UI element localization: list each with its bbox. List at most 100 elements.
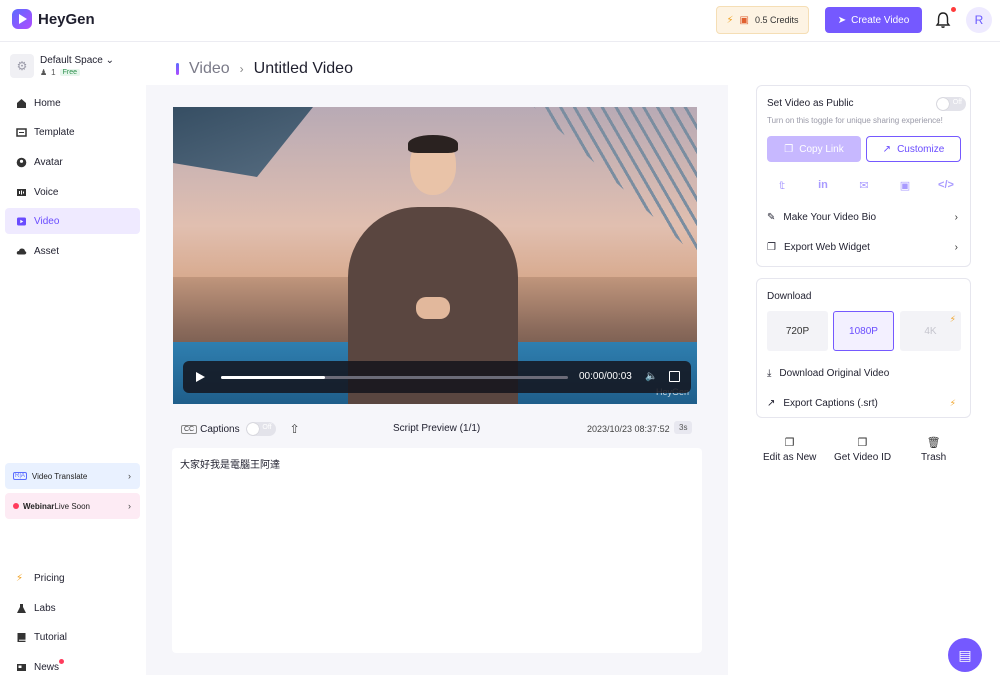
sidebar-item-label: Template <box>34 126 75 138</box>
cursor-icon: ➤ <box>837 14 847 26</box>
email-icon[interactable]: ✉ <box>850 174 878 196</box>
res-4k-button[interactable]: 4K ⚡ <box>900 311 961 351</box>
translate-icon: R|A <box>13 472 27 480</box>
export-captions-link[interactable]: ↗ Export Captions (.srt) ⚡ <box>767 393 962 413</box>
progress-track[interactable] <box>221 376 568 379</box>
video-bio-link[interactable]: ✎ Make Your Video Bio › <box>767 207 962 227</box>
sidebar-item-label: Labs <box>34 602 56 614</box>
flask-icon <box>17 603 26 613</box>
sidebar-item-label: News <box>34 661 60 673</box>
sidebar-item-label: Home <box>34 97 61 109</box>
page-title[interactable]: Untitled Video <box>254 60 353 78</box>
sidebar-item-label: Pricing <box>34 572 65 584</box>
webinar-label: Webinar <box>23 501 55 511</box>
code-icon[interactable]: </> <box>932 174 960 196</box>
bolt-icon: ⚡ <box>726 14 734 26</box>
help-chat-button[interactable]: ▤ <box>948 638 982 672</box>
heygen-logo-icon <box>12 9 32 29</box>
play-icon[interactable] <box>196 372 205 382</box>
credits-badge[interactable]: ⚡ ▣ 0.5 Credits <box>716 6 809 34</box>
bell-icon[interactable] <box>935 11 951 29</box>
video-bio-label: Make Your Video Bio <box>783 211 877 223</box>
toggle-state: Off <box>262 424 272 431</box>
get-video-id-label: Get Video ID <box>834 452 892 463</box>
sidebar-item-template[interactable]: Template <box>5 119 140 145</box>
bolt-icon: ⚡ <box>16 572 24 584</box>
res-720p-button[interactable]: 720P <box>767 311 828 351</box>
chevron-right-icon: › <box>239 62 244 76</box>
video-icon <box>17 217 26 225</box>
app-name: HeyGen <box>38 10 95 28</box>
chevron-down-icon: ⌄ <box>105 55 114 66</box>
news-dot <box>59 659 64 664</box>
customize-button[interactable]: ↗ Customize <box>866 136 961 162</box>
promo-label: Video Translate <box>31 471 88 481</box>
bolt-icon: ⚡ <box>949 397 956 408</box>
sidebar-item-label: Avatar <box>34 156 63 168</box>
duplicate-icon: ❐ <box>784 437 795 449</box>
logo[interactable]: HeyGen <box>12 9 95 29</box>
web-widget-link[interactable]: ❐ Export Web Widget › <box>767 237 962 257</box>
user-avatar[interactable]: R <box>966 7 992 33</box>
chat-icon: ▤ <box>958 646 972 663</box>
breadcrumb-video[interactable]: Video <box>189 60 230 78</box>
chevron-right-icon: › <box>954 241 958 253</box>
embed-icon[interactable]: ▣ <box>891 174 919 196</box>
sidebar-item-label: Video <box>34 215 60 227</box>
script-timestamp: 2023/10/23 08:37:52 <box>587 424 670 434</box>
captions-toggle[interactable]: Off <box>245 422 276 436</box>
webinar-promo[interactable]: Webinar Live Soon › <box>5 493 140 519</box>
space-sub: ♟ 1 Free <box>40 68 114 77</box>
video-translate-promo[interactable]: R|A Video Translate › <box>5 463 140 489</box>
top-bar: HeyGen ⚡ ▣ 0.5 Credits ➤ Create Video R <box>0 0 1000 42</box>
edit-as-new-label: Edit as New <box>763 452 817 463</box>
members-icon: ♟ <box>40 68 48 77</box>
notification-dot <box>951 7 956 12</box>
get-video-id-button[interactable]: ❐ Get Video ID <box>834 436 891 463</box>
video-player[interactable] <box>173 107 697 404</box>
trash-label: Trash <box>921 452 947 463</box>
toggle-state: Off <box>952 99 962 106</box>
sidebar-item-tutorial[interactable]: Tutorial <box>5 624 140 650</box>
webinar-sub: Live Soon <box>54 501 91 511</box>
news-icon <box>17 663 26 671</box>
sidebar-item-asset[interactable]: Asset <box>5 238 140 264</box>
sidebar-item-voice[interactable]: Voice <box>5 179 140 205</box>
sidebar-item-label: Voice <box>34 186 59 198</box>
customize-label: Customize <box>897 143 945 155</box>
trash-button[interactable]: 🗑 Trash <box>921 436 946 463</box>
public-toggle[interactable]: Off <box>936 97 966 111</box>
sidebar-item-video[interactable]: Video <box>5 208 140 234</box>
credits-text: 0.5 Credits <box>754 15 799 25</box>
external-link-icon: ↗ <box>767 397 776 409</box>
linkedin-icon[interactable]: in <box>809 174 837 196</box>
sidebar-item-labs[interactable]: Labs <box>5 595 140 621</box>
space-selector[interactable]: ⚙ Default Space ⌄ ♟ 1 Free <box>10 54 114 78</box>
sidebar-item-home[interactable]: Home <box>5 90 140 116</box>
script-text: 大家好我是電腦王阿達 <box>172 448 702 653</box>
sidebar-item-avatar[interactable]: Avatar <box>5 149 140 175</box>
chevron-right-icon: › <box>128 471 131 481</box>
script-preview-title: Script Preview (1/1) <box>393 423 481 434</box>
sidebar-item-label: Tutorial <box>34 631 67 643</box>
res-1080p-button[interactable]: 1080P <box>833 311 894 351</box>
public-hint: Turn on this toggle for unique sharing e… <box>767 116 943 125</box>
cloud-upload-icon[interactable]: ⇧ <box>290 422 300 436</box>
sidebar-item-news[interactable]: News <box>5 654 140 680</box>
download-original-link[interactable]: ⤓ Download Original Video <box>767 363 962 383</box>
copy-link-button[interactable]: ❐ Copy Link <box>767 136 861 162</box>
fullscreen-icon[interactable] <box>669 371 680 382</box>
cloud-icon <box>16 248 27 254</box>
breadcrumb-accent <box>176 63 179 75</box>
sidebar-item-label: Asset <box>34 245 60 257</box>
edit-as-new-button[interactable]: ❐ Edit as New <box>763 436 816 463</box>
captions-label: Captions <box>200 423 240 435</box>
volume-icon[interactable]: 🔈 <box>645 371 657 382</box>
twitter-icon[interactable]: 𝕥 <box>768 174 796 196</box>
sidebar-item-pricing[interactable]: ⚡ Pricing <box>5 565 140 591</box>
time-display: 00:00/00:03 <box>579 371 632 382</box>
create-video-button[interactable]: ➤ Create Video <box>825 7 922 33</box>
template-icon <box>16 127 27 137</box>
web-widget-label: Export Web Widget <box>783 241 870 253</box>
home-icon <box>17 98 26 108</box>
